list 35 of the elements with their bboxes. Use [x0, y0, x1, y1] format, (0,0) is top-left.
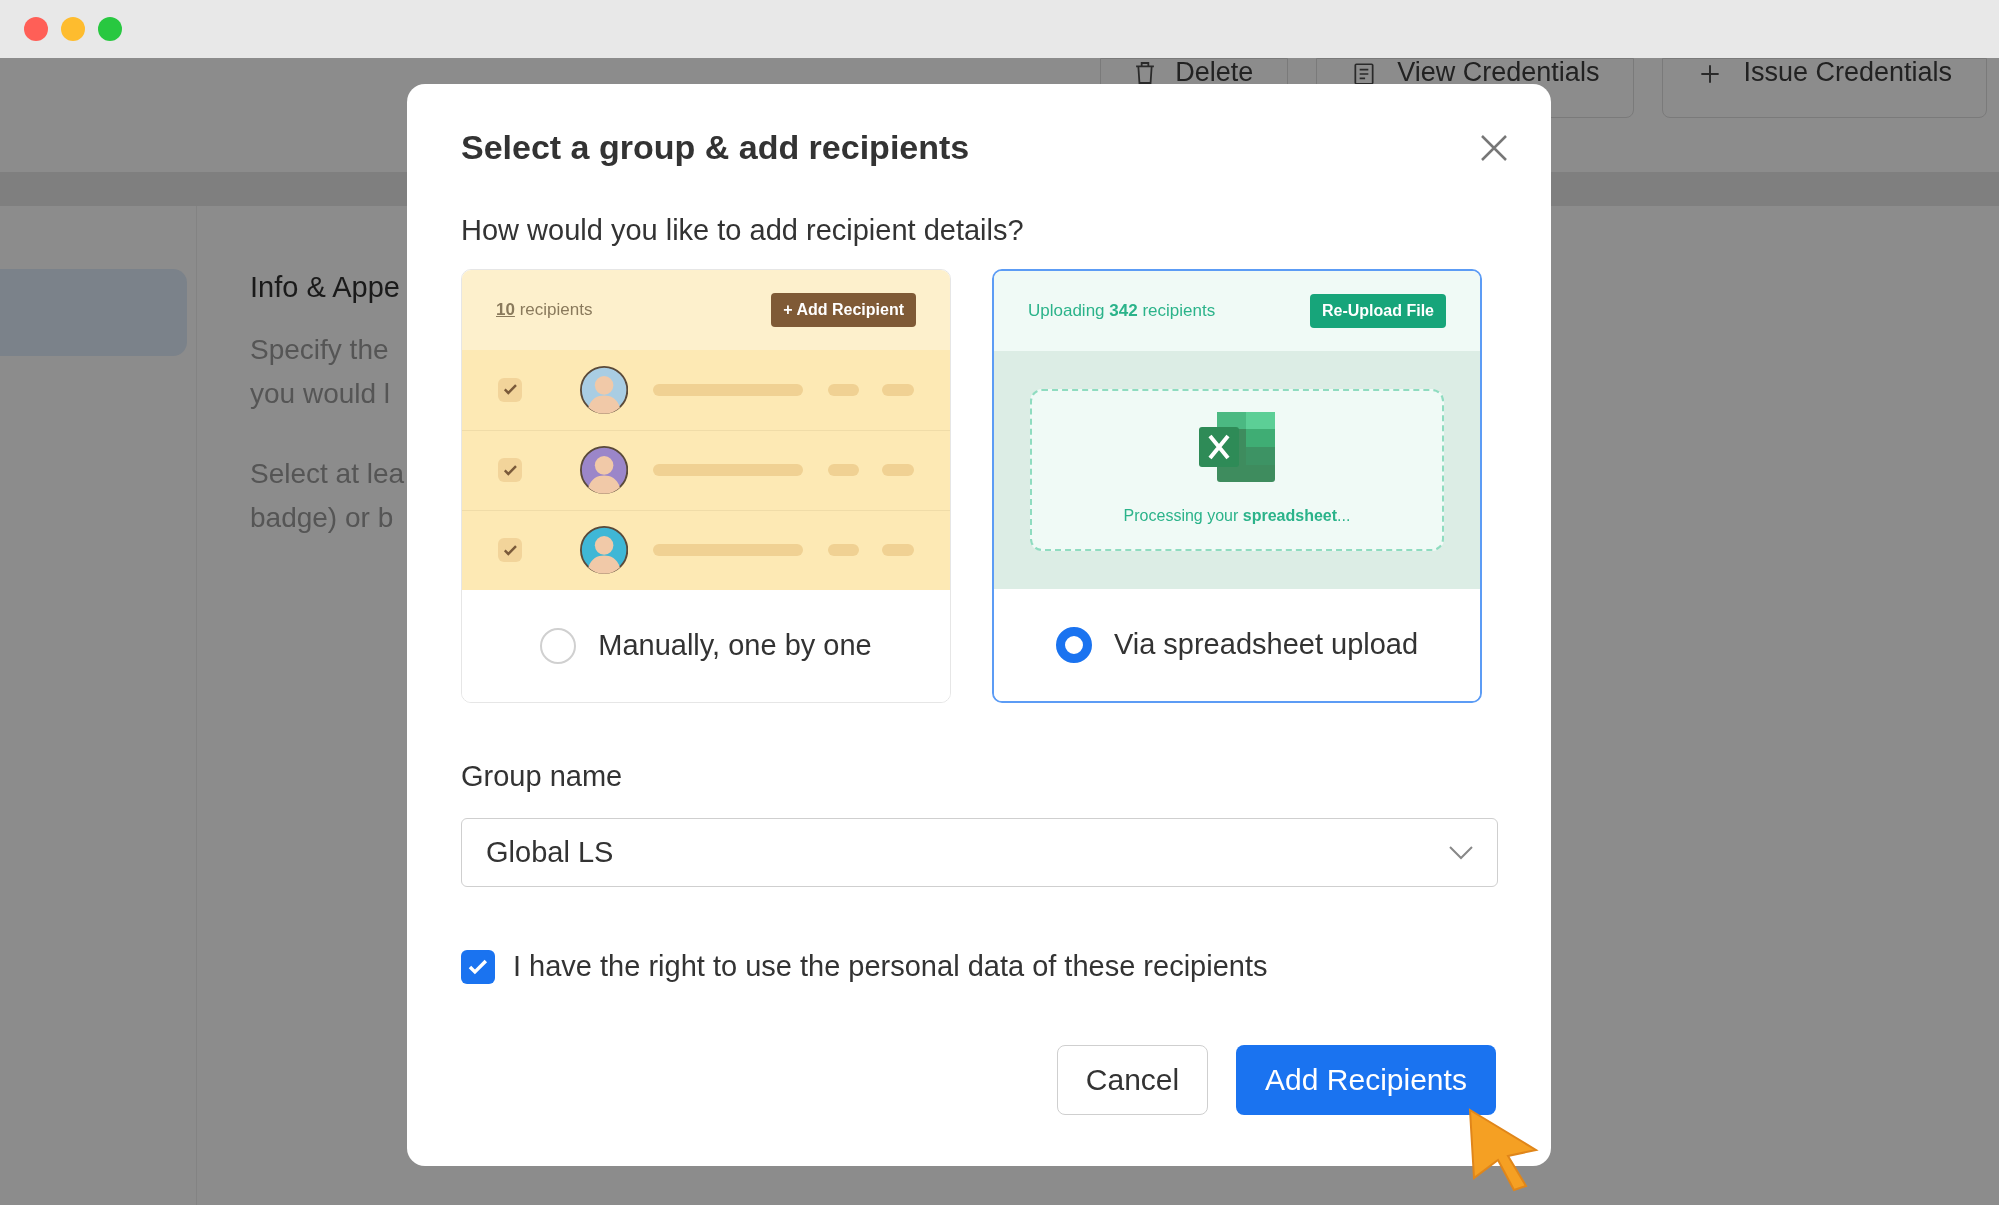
field-label: Group name — [461, 758, 624, 794]
toolbar-button[interactable]: Issue Credentials — [1662, 58, 1987, 118]
spreadsheet-icon — [1199, 411, 1275, 482]
section-title: Info & Appe — [250, 270, 401, 305]
option-label: Manually, one by one — [598, 627, 872, 663]
placeholder-bar — [882, 383, 914, 396]
checkbox[interactable] — [461, 949, 495, 984]
checkbox[interactable] — [498, 538, 522, 562]
checkbox[interactable] — [498, 377, 522, 402]
cancel-button[interactable]: Cancel — [1057, 1044, 1208, 1115]
add-recipient-button: + Add Recipient — [771, 292, 916, 327]
trash-icon — [1135, 61, 1156, 85]
cursor-icon — [1468, 1108, 1540, 1192]
radio-button[interactable] — [1055, 626, 1092, 663]
placeholder-bar — [882, 464, 914, 476]
placeholder-bar — [827, 544, 860, 556]
group-select[interactable]: Global LS — [461, 818, 1498, 887]
re-upload-button: Re-Upload File — [1310, 293, 1446, 328]
placeholder-bar — [827, 383, 860, 396]
placeholder-bar — [827, 464, 860, 476]
processing-message: Processing your spreadsheet... — [1123, 505, 1351, 526]
dialog-title: Select a group & add recipients — [461, 127, 970, 168]
chevron-down-icon — [1449, 845, 1473, 860]
consent-label: I have the right to use the personal data of these recipients — [513, 949, 1268, 984]
add-recipients-button[interactable]: Add Recipients — [1236, 1044, 1496, 1115]
option-label: Via spreadsheet upload — [1113, 626, 1419, 662]
close-icon[interactable] — [1479, 132, 1509, 163]
question-text: How would you like to add recipient details? — [461, 213, 1025, 248]
window-control[interactable] — [24, 17, 48, 41]
placeholder-bar — [882, 544, 914, 556]
checkbox[interactable] — [498, 458, 522, 482]
recipient-count: 10 recipients — [496, 298, 593, 321]
upload-count: Uploading 342 recipients — [1028, 299, 1216, 322]
option-card[interactable]: Uploading 342 recipients Re-Upload File Processing your spreadsheet... Via spreadsheet upload — [992, 268, 1482, 703]
option-card[interactable]: 10 recipients + Add Recipient Manually, one by one — [461, 268, 951, 703]
